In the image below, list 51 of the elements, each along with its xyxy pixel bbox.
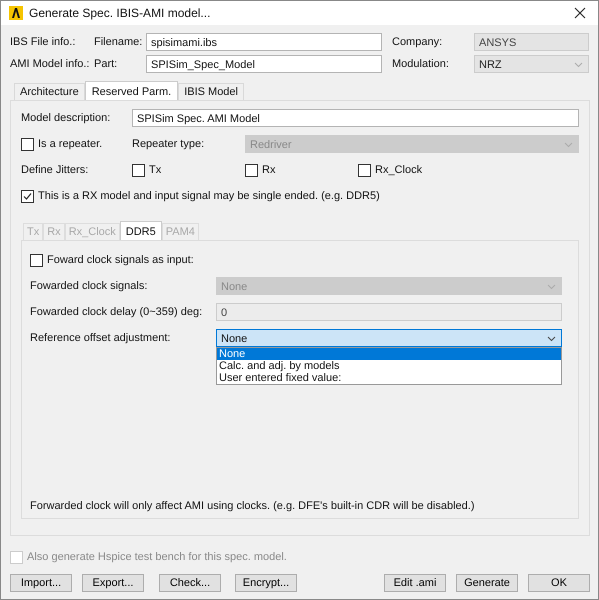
checkbox[interactable] [21, 190, 34, 202]
checkbox-label: Is a repeater. [38, 138, 102, 150]
field-label: Part: [94, 58, 118, 70]
dialog-button[interactable]: Encrypt... [235, 574, 297, 592]
field-label: IBS File info.: [10, 36, 76, 48]
checkbox[interactable] [132, 164, 145, 176]
tab[interactable]: IBIS Model [178, 83, 244, 100]
field-label: Define Jitters: [21, 164, 90, 176]
chevron-down-icon [547, 336, 556, 342]
dialog-button[interactable]: Check... [159, 574, 221, 592]
close-icon[interactable] [574, 7, 586, 19]
checkbox-label: Rx [262, 164, 276, 176]
checkbox-label: Also generate Hspice test bench for this spec. model. [27, 551, 287, 563]
checkbox-label: Tx [149, 164, 162, 176]
tab[interactable]: Architecture [14, 83, 85, 100]
field-label: Filename: [94, 36, 144, 48]
field-label: Modulation: [392, 58, 450, 70]
app-logo-icon [9, 6, 23, 20]
field-label: Model description: [21, 112, 112, 124]
checkbox[interactable] [21, 138, 34, 150]
checkbox-label: Rx_Clock [375, 164, 422, 176]
field-label: AMI Model info.: [10, 58, 90, 70]
field-label: Company: [392, 36, 444, 48]
dropdown-option[interactable]: User entered fixed value: [217, 372, 561, 384]
chevron-down-icon [574, 62, 583, 68]
dialog-button[interactable]: Export... [82, 574, 144, 592]
filename-field[interactable]: spisimami.ibs [146, 33, 382, 51]
dialog-button[interactable]: Import... [10, 574, 72, 592]
tab[interactable]: DDR5 [120, 221, 162, 240]
field-label: Reference offset adjustment: [30, 332, 172, 344]
offset-dropdown[interactable]: None [216, 329, 562, 347]
window-title: Generate Spec. IBIS-AMI model... [29, 6, 212, 20]
checkbox-label: This is a RX model and input signal may be single ended. (e.g. DDR5) [38, 190, 380, 202]
chevron-down-icon [564, 142, 573, 148]
checkbox[interactable] [358, 164, 371, 176]
chevron-down-icon [547, 284, 556, 290]
dialog-button[interactable]: Edit .ami [384, 574, 446, 592]
checkbox[interactable] [245, 164, 258, 176]
tab[interactable]: Reserved Parm. [84, 81, 178, 100]
note-text: Forwarded clock will only affect AMI using clocks. (e.g. DFE's built-in CDR will be disabled.) [30, 500, 476, 512]
field-label: Fowarded clock signals: [30, 280, 148, 292]
description-field[interactable]: SPISim Spec. AMI Model [132, 109, 579, 127]
checkbox-label: Foward clock signals as input: [47, 254, 194, 266]
field-label: Fowarded clock delay (0~359) deg: [30, 306, 204, 318]
field-label: Repeater type: [132, 138, 206, 150]
dropdown-option[interactable]: None [217, 348, 561, 360]
dialog-button[interactable]: OK [528, 574, 590, 592]
dialog-button[interactable]: Generate [456, 574, 518, 592]
part-field[interactable]: SPISim_Spec_Model [146, 55, 382, 73]
checkbox[interactable] [30, 254, 43, 266]
dropdown-option[interactable]: Calc. and adj. by models [217, 360, 561, 372]
